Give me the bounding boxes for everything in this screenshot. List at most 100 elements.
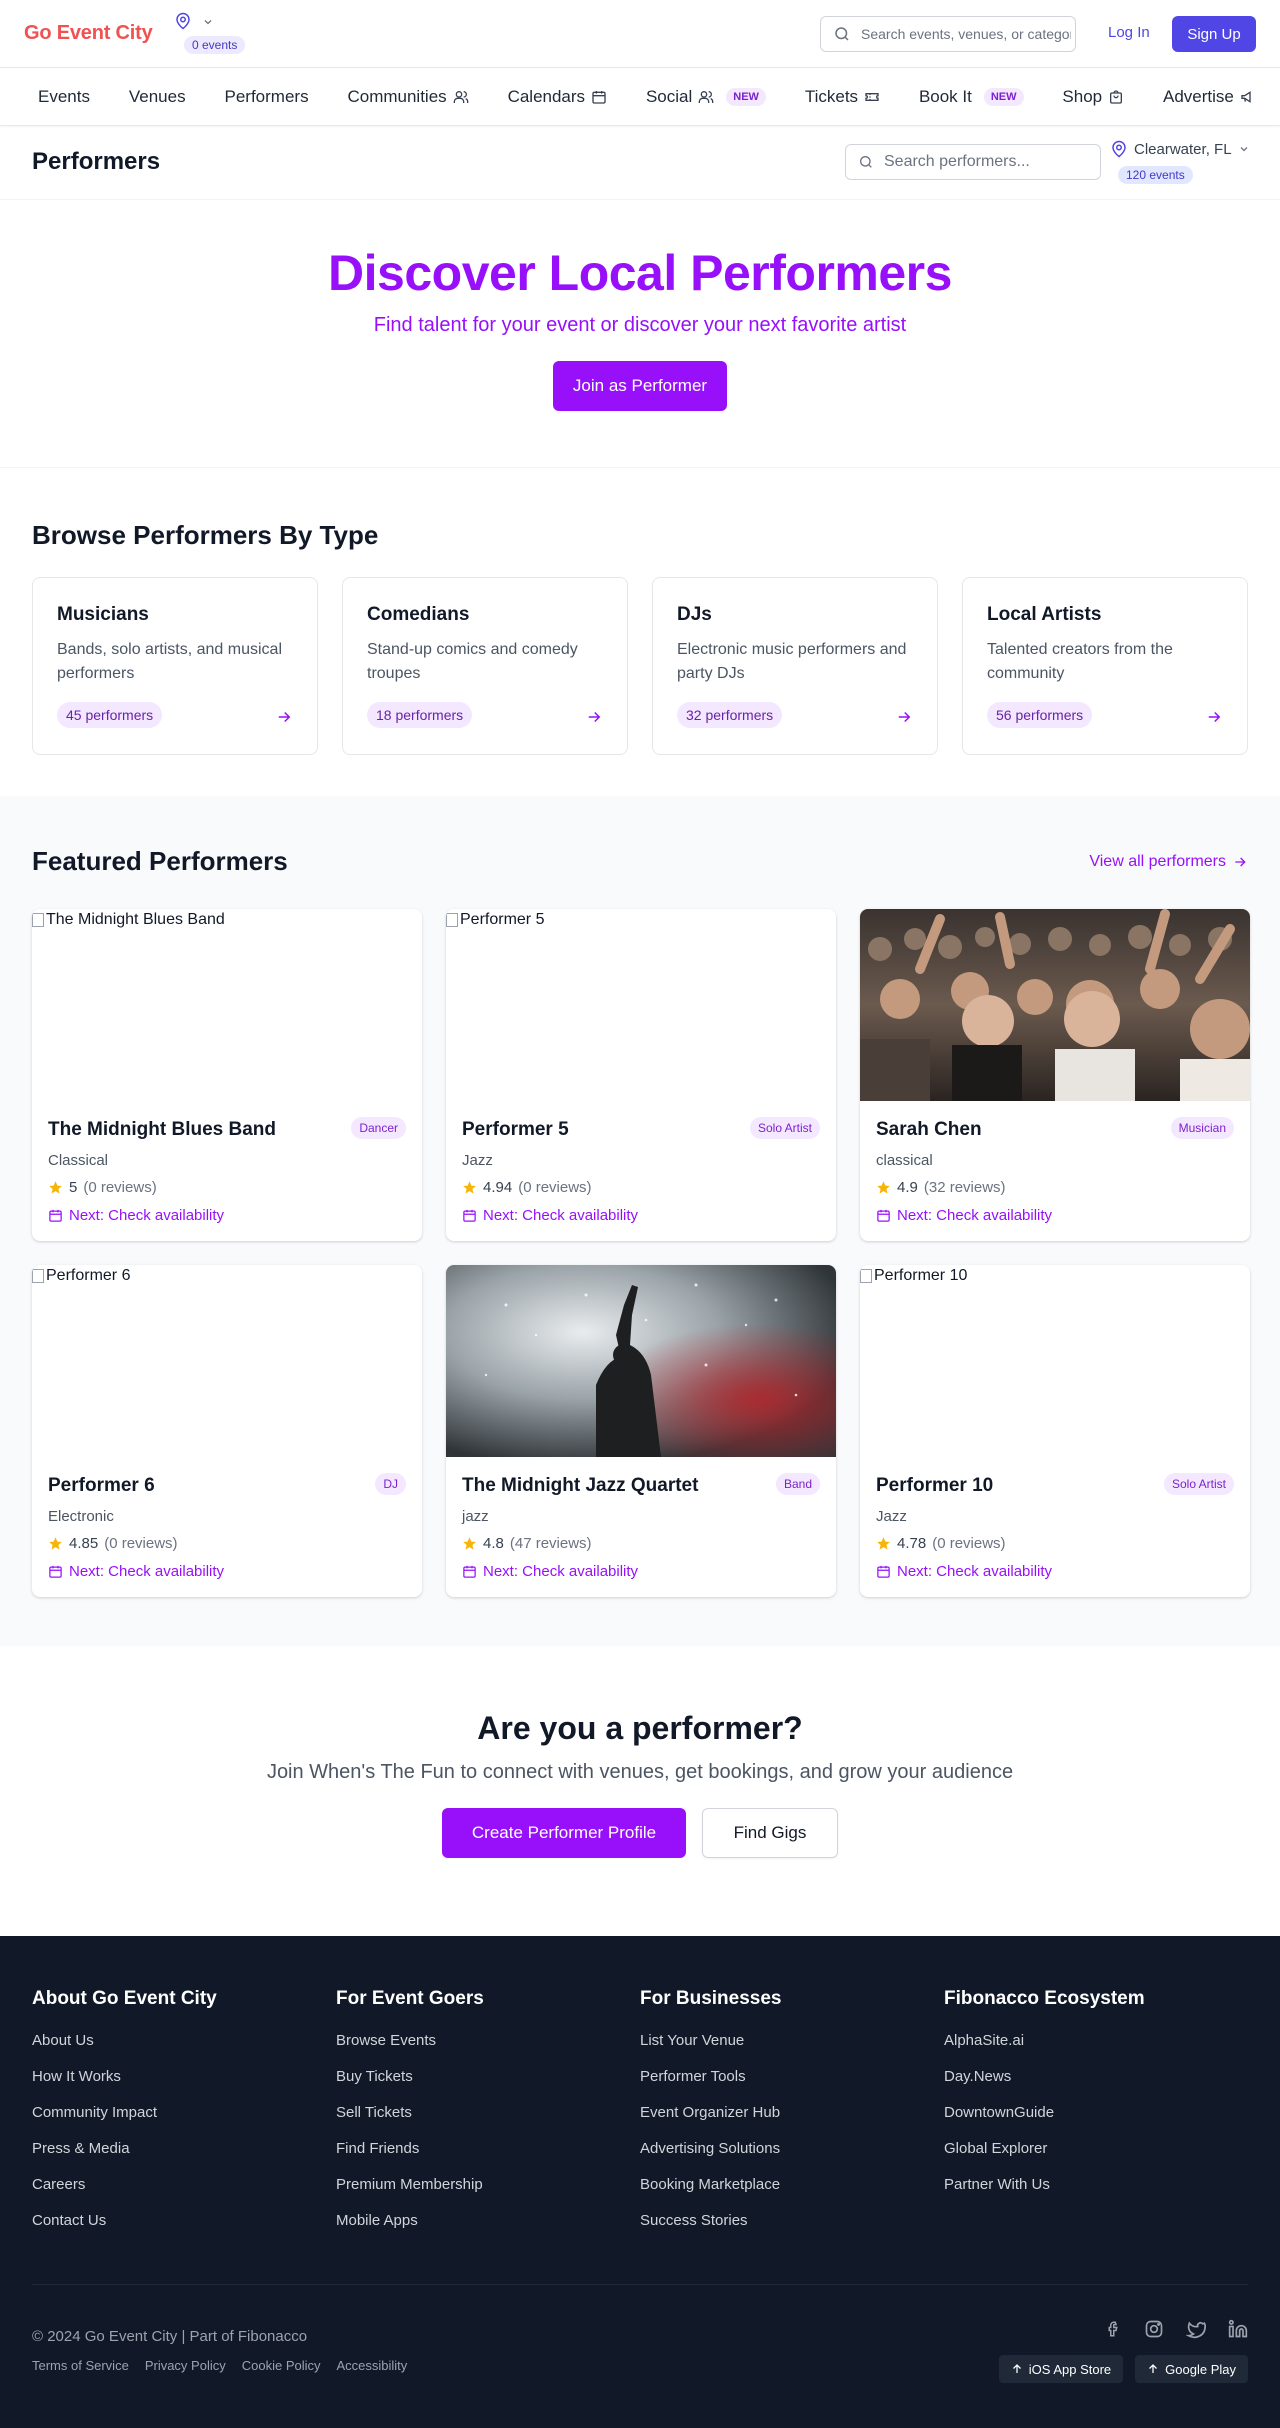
nav-advertise[interactable]: Advertise — [1163, 87, 1256, 107]
type-description: Stand-up comics and comedy troupes — [367, 641, 578, 682]
nav-label: Events — [38, 86, 90, 106]
footer-link[interactable]: List Your Venue — [640, 2032, 944, 2068]
performer-card[interactable]: The Midnight Blues Band The Midnight Blu… — [32, 909, 422, 1241]
type-card-comedians[interactable]: Comedians Stand-up comics and comedy tro… — [342, 577, 628, 755]
next-availability[interactable]: Next: Check availability — [876, 1207, 1052, 1224]
legal-links: Terms of Service Privacy Policy Cookie P… — [32, 2358, 407, 2373]
next-availability[interactable]: Next: Check availability — [876, 1563, 1052, 1580]
view-all-performers-link[interactable]: View all performers — [1089, 853, 1248, 871]
footer-link[interactable]: Find Friends — [336, 2140, 640, 2176]
performer-search[interactable] — [845, 144, 1101, 180]
twitter-icon[interactable] — [1186, 2319, 1206, 2339]
performer-card[interactable]: Performer 10 Performer 10 Solo Artist Ja… — [860, 1265, 1250, 1597]
footer-link[interactable]: Press & Media — [32, 2140, 336, 2176]
nav-calendars[interactable]: Calendars — [508, 87, 608, 107]
nav-venues[interactable]: Venues — [129, 87, 186, 107]
create-performer-profile-button[interactable]: Create Performer Profile — [442, 1808, 686, 1858]
arrow-up-icon — [1147, 2363, 1159, 2375]
nav-social[interactable]: Social NEW — [646, 87, 766, 107]
footer-link[interactable]: About Us — [32, 2032, 336, 2068]
global-search-input[interactable] — [861, 26, 1071, 42]
performer-card[interactable]: The Midnight Jazz Quartet Band jazz 4.8 … — [446, 1265, 836, 1597]
footer-link[interactable]: Browse Events — [336, 2032, 640, 2068]
review-count: (47 reviews) — [509, 1535, 592, 1552]
type-card-musicians[interactable]: Musicians Bands, solo artists, and music… — [32, 577, 318, 755]
performer-genre: Classical — [48, 1152, 109, 1169]
footer-link[interactable]: Performer Tools — [640, 2068, 944, 2104]
calendar-icon — [462, 1564, 477, 1579]
site-logo[interactable]: Go Event City — [24, 22, 153, 45]
review-count: (0 reviews) — [518, 1179, 592, 1196]
performer-type-badge: Musician — [1170, 1117, 1234, 1139]
ios-app-store-button[interactable]: iOS App Store — [998, 2355, 1124, 2383]
footer-link[interactable]: Booking Marketplace — [640, 2176, 944, 2212]
type-card-djs[interactable]: DJs Electronic music performers and part… — [652, 577, 938, 755]
footer-link[interactable]: Day.News — [944, 2068, 1248, 2104]
footer-link[interactable]: AlphaSite.ai — [944, 2032, 1248, 2068]
facebook-icon[interactable] — [1104, 2320, 1122, 2338]
footer-link[interactable]: DowntownGuide — [944, 2104, 1248, 2140]
broken-image-icon — [860, 1269, 872, 1283]
instagram-icon[interactable] — [1144, 2319, 1164, 2339]
map-pin-icon — [174, 12, 192, 30]
performer-rating: 5 (0 reviews) — [48, 1179, 157, 1196]
performer-rating: 4.85 (0 reviews) — [48, 1535, 178, 1552]
google-play-button[interactable]: Google Play — [1135, 2355, 1248, 2383]
performer-card[interactable]: Sarah Chen Musician classical 4.9 (32 re… — [860, 909, 1250, 1241]
terms-link[interactable]: Terms of Service — [32, 2358, 129, 2373]
performer-card[interactable]: Performer 5 Performer 5 Solo Artist Jazz… — [446, 909, 836, 1241]
next-availability[interactable]: Next: Check availability — [462, 1207, 638, 1224]
next-availability[interactable]: Next: Check availability — [462, 1563, 638, 1580]
footer-link[interactable]: Careers — [32, 2176, 336, 2212]
nav-events[interactable]: Events — [38, 87, 90, 107]
find-gigs-button[interactable]: Find Gigs — [702, 1808, 838, 1858]
footer-link[interactable]: Buy Tickets — [336, 2068, 640, 2104]
performer-name: Performer 5 — [462, 1119, 569, 1140]
footer-link[interactable]: Community Impact — [32, 2104, 336, 2140]
footer-columns: About Go Event City About Us How It Work… — [32, 1988, 1248, 2248]
users-icon — [698, 89, 714, 105]
nav-tickets[interactable]: Tickets — [805, 87, 880, 107]
join-as-performer-button[interactable]: Join as Performer — [553, 361, 727, 411]
privacy-link[interactable]: Privacy Policy — [145, 2358, 226, 2373]
footer-link[interactable]: Success Stories — [640, 2212, 944, 2248]
footer-link[interactable]: How It Works — [32, 2068, 336, 2104]
type-card-local-artists[interactable]: Local Artists Talented creators from the… — [962, 577, 1248, 755]
nav-label: Calendars — [507, 86, 586, 106]
type-title: Local Artists — [987, 604, 1102, 625]
nav-communities[interactable]: Communities — [347, 87, 469, 107]
footer-link[interactable]: Sell Tickets — [336, 2104, 640, 2140]
performer-card[interactable]: Performer 6 Performer 6 DJ Electronic 4.… — [32, 1265, 422, 1597]
footer-link[interactable]: Global Explorer — [944, 2140, 1248, 2176]
footer-link[interactable]: Premium Membership — [336, 2176, 640, 2212]
footer-link[interactable]: Mobile Apps — [336, 2212, 640, 2248]
performer-type-badge: DJ — [375, 1473, 406, 1495]
calendar-icon — [48, 1208, 63, 1223]
footer-column-about: About Go Event City About Us How It Work… — [32, 1988, 336, 2248]
nav-shop[interactable]: Shop — [1062, 87, 1124, 107]
next-availability[interactable]: Next: Check availability — [48, 1207, 224, 1224]
footer-column-title: For Businesses — [640, 1988, 782, 2009]
footer-link[interactable]: Contact Us — [32, 2212, 336, 2248]
linkedin-icon[interactable] — [1228, 2319, 1248, 2339]
location-selector[interactable]: 0 events — [172, 10, 248, 54]
nav-book-it[interactable]: Book It NEW — [919, 87, 1024, 107]
star-icon — [462, 1536, 477, 1551]
nav-label: Shop — [1062, 86, 1103, 106]
login-link[interactable]: Log In — [1108, 24, 1150, 41]
accessibility-link[interactable]: Accessibility — [337, 2358, 408, 2373]
footer-link[interactable]: Event Organizer Hub — [640, 2104, 944, 2140]
city-selector[interactable]: Clearwater, FL — [1110, 140, 1250, 158]
type-title: DJs — [677, 604, 712, 625]
cookie-link[interactable]: Cookie Policy — [242, 2358, 321, 2373]
footer-link[interactable]: Partner With Us — [944, 2176, 1248, 2212]
signup-button[interactable]: Sign Up — [1172, 16, 1256, 52]
calendar-icon — [462, 1208, 477, 1223]
next-availability[interactable]: Next: Check availability — [48, 1563, 224, 1580]
type-title: Musicians — [57, 604, 149, 625]
global-search[interactable] — [820, 16, 1076, 52]
performer-search-input[interactable] — [884, 153, 1094, 171]
nav-performers[interactable]: Performers — [225, 87, 309, 107]
performer-count-badge: 32 performers — [677, 702, 783, 728]
footer-link[interactable]: Advertising Solutions — [640, 2140, 944, 2176]
